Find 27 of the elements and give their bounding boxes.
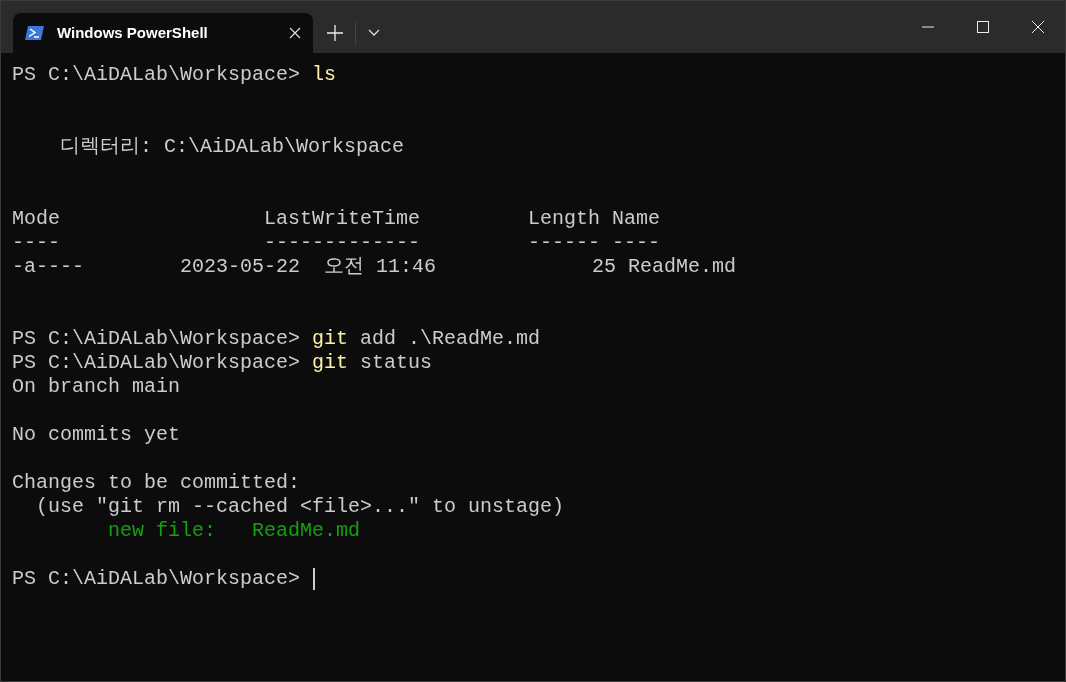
- close-icon[interactable]: [289, 27, 301, 39]
- output-text: No commits yet: [12, 423, 181, 447]
- minimize-icon: [921, 26, 934, 28]
- new-tab-icon[interactable]: [327, 25, 343, 41]
- argument-text: status: [359, 351, 433, 375]
- prompt-text: PS C:\AiDALab\Workspace>: [12, 351, 302, 375]
- dropdown-icon[interactable]: [368, 29, 380, 37]
- argument-text: add .\ReadMe.md: [359, 327, 541, 351]
- close-window-icon: [1031, 21, 1044, 33]
- output-text: 디렉터리: C:\AiDALab\Workspace: [59, 135, 405, 159]
- maximize-icon: [976, 21, 989, 33]
- output-text: -a---- 2023-05-22 오전 11:46 25 ReadMe.md: [12, 255, 737, 279]
- command-text: ls: [312, 63, 337, 87]
- output-text: Changes to be committed:: [12, 471, 301, 495]
- prompt-text: PS C:\AiDALab\Workspace>: [12, 327, 302, 351]
- output-text: On branch main: [12, 375, 181, 399]
- output-text: ---- ------------- ------ ----: [12, 231, 661, 255]
- prompt-text: PS C:\AiDALab\Workspace>: [12, 63, 302, 87]
- staged-file-text: new file: ReadMe.md: [107, 519, 361, 543]
- tab[interactable]: Windows PowerShell: [13, 13, 313, 53]
- prompt-text: PS C:\AiDALab\Workspace>: [12, 567, 302, 591]
- tab-title: Windows PowerShell: [57, 22, 209, 43]
- command-text: git: [312, 351, 349, 375]
- command-text: git: [312, 327, 349, 351]
- output-text: Mode LastWriteTime Length Name: [12, 207, 661, 231]
- output-text: (use "git rm --cached <file>..." to unstage): [35, 495, 565, 519]
- powershell-icon: [25, 25, 45, 41]
